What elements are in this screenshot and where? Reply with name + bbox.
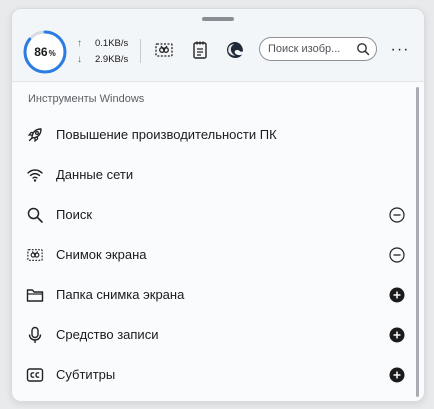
cpu-unit: % [48,48,56,58]
remove-circle-icon[interactable] [389,247,405,263]
scrollbar[interactable] [416,87,419,397]
cpu-gauge[interactable]: 86% [22,29,68,75]
edge-browser-icon [227,42,243,58]
cpu-value: 86 [34,45,48,59]
more-options-button[interactable]: ··· [388,38,412,62]
image-search-input[interactable] [268,43,352,55]
drag-handle[interactable] [202,17,234,21]
item-label: Снимок экрана [56,247,147,262]
add-circle-icon[interactable] [389,367,405,383]
network-speeds[interactable]: ↑ 0.1KB/s ↓ 2.9KB/s [77,35,147,67]
item-label: Субтитры [56,367,116,382]
section-title: Инструменты Windows [28,93,145,105]
list-item-screenshot-folder[interactable]: Папка снимка экрана [12,275,410,315]
toolbar-divider [140,39,141,63]
add-circle-icon[interactable] [389,327,405,343]
image-search-box[interactable] [259,37,377,61]
download-arrow-icon: ↓ [77,53,82,65]
microphone-icon [26,326,44,344]
list-item-pc-boost[interactable]: Повышение производительности ПК [12,115,410,155]
notes-icon [193,41,207,59]
item-label: Данные сети [56,167,134,182]
notes-button[interactable] [188,38,212,62]
upload-speed: 0.1KB/s [95,37,129,49]
item-label: Поиск [56,207,93,222]
remove-circle-icon[interactable] [389,207,405,223]
top-bar: 86% ↑ 0.1KB/s ↓ 2.9KB/s Поиск изобр... ·… [12,9,424,82]
tools-panel: 86% ↑ 0.1KB/s ↓ 2.9KB/s Поиск изобр... ·… [11,8,425,402]
wifi-icon [26,166,44,184]
download-speed: 2.9KB/s [95,53,129,65]
download-row: ↓ 2.9KB/s [77,51,147,67]
cpu-gauge-text: 86% [22,29,68,75]
upload-row: ↑ 0.1KB/s [77,35,147,51]
upload-arrow-icon: ↑ [77,37,82,49]
list-item-recorder[interactable]: Средство записи [12,315,410,355]
list-item-captions[interactable]: Субтитры [12,355,410,395]
search-icon[interactable] [356,42,370,56]
screenshot-icon [26,246,44,264]
add-circle-icon[interactable] [389,287,405,303]
screenshot-icon [155,43,173,57]
item-label: Средство записи [56,327,159,342]
captions-icon [26,366,44,384]
list-item-network-data[interactable]: Данные сети [12,155,410,195]
more-dots-icon: ··· [390,41,410,58]
item-label: Повышение производительности ПК [56,127,277,142]
folder-icon [26,286,44,304]
item-label: Папка снимка экрана [56,287,185,302]
search-icon [26,206,44,224]
screenshot-tool-button[interactable] [152,38,176,62]
list-item-search[interactable]: Поиск [12,195,410,235]
edge-browser-button[interactable] [223,38,247,62]
list-item-screenshot[interactable]: Снимок экрана [12,235,410,275]
rocket-icon [26,126,44,144]
